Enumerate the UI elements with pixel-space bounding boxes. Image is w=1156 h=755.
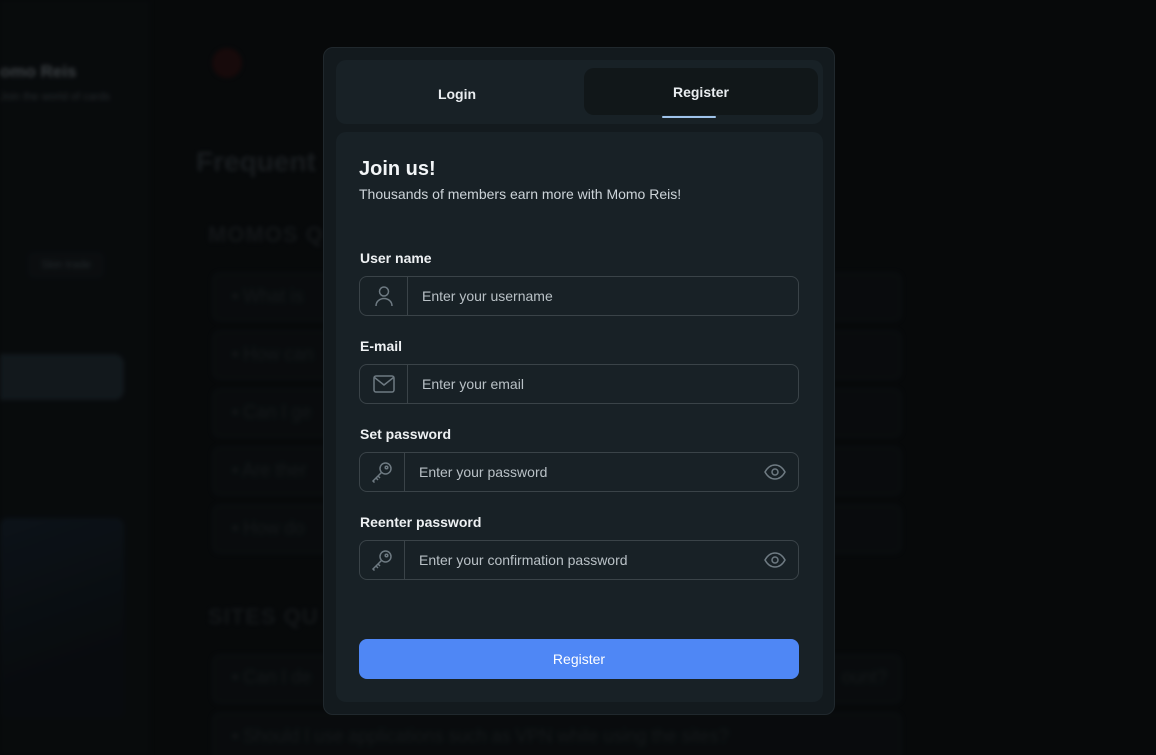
password-field [359,452,799,492]
active-tab-indicator [662,116,716,118]
username-field [359,276,799,316]
confirm-password-input[interactable] [405,541,752,579]
user-icon [360,277,408,315]
confirm-password-field [359,540,799,580]
password-input[interactable] [405,453,752,491]
tab-register[interactable]: Register [584,68,818,115]
mail-icon [360,365,408,403]
username-input[interactable] [408,277,798,315]
form-title: Join us! [359,158,436,180]
show-confirm-password-eye-icon[interactable] [752,541,798,579]
register-button[interactable]: Register [359,639,799,679]
register-modal: Login Register Join us! Thousands of mem… [323,47,835,715]
username-label: User name [360,250,432,266]
tab-login[interactable]: Login [340,70,574,117]
password-label: Set password [360,426,452,442]
auth-tabs: Login Register [336,60,823,124]
email-label: E-mail [360,338,403,354]
show-password-eye-icon[interactable] [752,453,798,491]
confirm-password-label: Reenter password [360,514,482,530]
email-input[interactable] [408,365,798,403]
email-field [359,364,799,404]
register-form: Join us! Thousands of members earn more … [336,132,823,702]
form-subtitle: Thousands of members earn more with Momo… [359,186,682,202]
key-icon [360,541,405,579]
key-icon [360,453,405,491]
